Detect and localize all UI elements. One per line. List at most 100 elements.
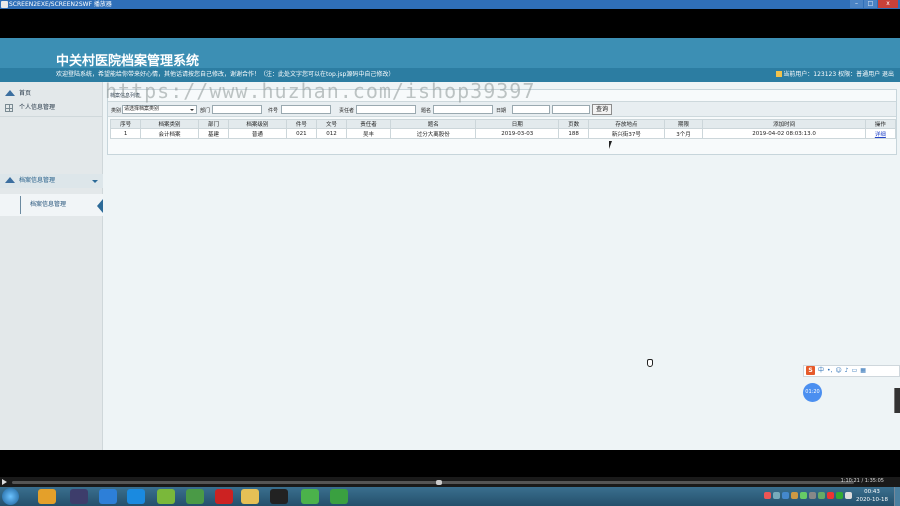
app-icon-2[interactable] — [99, 489, 117, 504]
app-title: 中关村医院档案管理系统 — [56, 54, 200, 69]
table-cell: 过分大离股份 — [390, 128, 477, 139]
recording-timer: 01:20 — [803, 383, 822, 402]
close-button[interactable]: x — [878, 0, 898, 8]
column-header: 序号 — [109, 119, 142, 129]
app-icon — [1, 1, 8, 8]
dept-label: 部门 — [200, 108, 211, 114]
table-cell: 2019-04-02 08:03:13.0 — [702, 128, 866, 139]
system-tray — [764, 492, 852, 499]
user-icon — [776, 71, 783, 77]
table-cell: 新兴街37号 — [588, 128, 665, 139]
hand-cursor-icon — [647, 359, 653, 367]
chart-app-icon[interactable] — [186, 489, 204, 504]
grid-icon — [5, 104, 13, 112]
maximize-button[interactable]: □ — [864, 0, 877, 8]
play-icon[interactable] — [2, 479, 7, 485]
recorder-icon[interactable] — [330, 489, 348, 504]
sidebar-item-label: 档案信息管理 — [19, 177, 56, 184]
query-button[interactable]: 查询 — [592, 104, 612, 115]
app-header: 中关村医院档案管理系统 — [0, 38, 900, 69]
detail-link[interactable]: 详细 — [875, 132, 886, 138]
folder-icon[interactable] — [241, 489, 259, 504]
chrome-icon[interactable] — [38, 489, 56, 504]
date-start-input[interactable] — [512, 105, 550, 114]
taskbar: 00:43 2020-10-18 — [0, 487, 900, 506]
seek-handle[interactable] — [436, 480, 442, 485]
archive-table: 序号 档案类别 部门 档案级别 件号 文号 责任者 题名 日期 页数 存放地点 期限 添加时间 操作 1会… — [109, 119, 897, 139]
column-header: 存放地点 — [588, 119, 665, 129]
chevron-down-icon — [92, 180, 98, 183]
home-icon — [5, 177, 15, 183]
seek-bar[interactable] — [12, 481, 854, 484]
column-header: 题名 — [390, 119, 477, 129]
flash-icon[interactable] — [215, 489, 233, 504]
filter-bar: 类别 请选择档案类别 部门 件号 责任者 题名 日期 查询 — [108, 101, 896, 117]
column-header: 操作 — [864, 119, 897, 129]
table-cell: 012 — [315, 128, 348, 139]
column-header: 档案级别 — [228, 119, 287, 129]
window-controls: – □ x — [850, 0, 898, 8]
minimize-button[interactable]: – — [850, 0, 863, 8]
ime-mode: 中 — [818, 367, 825, 374]
table-cell: 021 — [285, 128, 317, 139]
sidebar-item-label: 首页 — [19, 90, 32, 97]
table-cell: 普通 — [228, 128, 287, 139]
clock-time: 00:43 — [864, 489, 880, 495]
clock[interactable]: 00:43 2020-10-18 — [856, 488, 888, 504]
browser-icon[interactable] — [127, 489, 145, 504]
column-header: 日期 — [475, 119, 560, 129]
type-select[interactable]: 请选择档案类别 — [122, 105, 197, 114]
type-label: 类别 — [111, 108, 122, 114]
subject-input[interactable] — [433, 105, 493, 114]
ime-toolbar[interactable]: S 中 •, ☺ ♪ ▭ ▦ — [803, 365, 900, 377]
ime-mic-icon: ♪ — [844, 367, 849, 374]
table-cell: 188 — [558, 128, 590, 139]
player-time: 1:10:21 / 1:35:05 — [840, 478, 884, 484]
table-cell: 基建 — [197, 128, 230, 139]
player-controls: 1:10:21 / 1:35:05 — [0, 477, 900, 487]
letterbox-top — [0, 9, 900, 38]
app-frame: 中关村医院档案管理系统 欢迎登陆系统，希望能给你带来好心情，其他话请按您自己修改… — [0, 38, 900, 450]
main-content: 档案信息列表 类别 请选择档案类别 部门 件号 责任者 题名 日期 查询 序号档… — [105, 79, 897, 449]
app-icon-1[interactable] — [70, 489, 88, 504]
sogou-icon: S — [806, 366, 815, 375]
edge-handle[interactable] — [894, 388, 900, 413]
column-header: 添加时间 — [702, 119, 866, 129]
table-cell: 1 — [109, 128, 142, 139]
ime-keyboard-icon: ▭ — [851, 367, 858, 374]
book-input[interactable] — [281, 105, 331, 114]
subject-label: 题名 — [421, 108, 432, 114]
column-header: 期限 — [663, 119, 704, 129]
responsible-input[interactable] — [356, 105, 416, 114]
qq-icon[interactable] — [270, 489, 288, 504]
sidebar-group-archive[interactable]: 档案信息管理 — [0, 174, 103, 188]
wechat-icon[interactable] — [301, 489, 319, 504]
book-label: 件号 — [268, 108, 279, 114]
sidebar-item-archive-info[interactable]: 档案信息管理 — [0, 194, 103, 216]
panel-title: 档案信息列表 — [110, 93, 141, 99]
table-cell: 3个月 — [663, 128, 704, 139]
sidebar: 首页 个人信息管理 档案信息管理 档案信息管理 — [0, 82, 103, 450]
app-icon-3[interactable] — [157, 489, 175, 504]
column-header: 部门 — [197, 119, 230, 129]
sidebar-item-personal[interactable]: 个人信息管理 — [0, 101, 103, 115]
sidebar-item-home[interactable]: 首页 — [0, 87, 103, 101]
ime-settings-icon: ▦ — [860, 367, 866, 374]
column-header: 文号 — [315, 119, 348, 129]
dept-input[interactable] — [212, 105, 262, 114]
mouse-cursor-icon — [609, 141, 612, 149]
active-indicator-icon — [97, 199, 103, 213]
home-icon — [5, 90, 15, 96]
clock-date: 2020-10-18 — [856, 497, 888, 503]
notice-bar: 欢迎登陆系统，希望能给你带来好心情，其他话请按您自己修改，谢谢合作！（注：此处文… — [0, 68, 900, 82]
date-end-input[interactable] — [552, 105, 590, 114]
action-cell: 详细 — [864, 128, 897, 139]
user-info[interactable]: 当前用户：123123 权限：普通用户 退出 — [776, 68, 894, 82]
start-button[interactable] — [2, 488, 19, 505]
archive-panel: 档案信息列表 类别 请选择档案类别 部门 件号 责任者 题名 日期 查询 序号档… — [107, 89, 897, 155]
show-desktop-button[interactable] — [894, 487, 900, 506]
column-header: 责任者 — [346, 119, 392, 129]
welcome-notice: 欢迎登陆系统，希望能给你带来好心情，其他话请按您自己修改，谢谢合作！（注：此处文… — [56, 71, 395, 78]
responsible-label: 责任者 — [339, 108, 355, 114]
date-label: 日期 — [496, 108, 507, 114]
